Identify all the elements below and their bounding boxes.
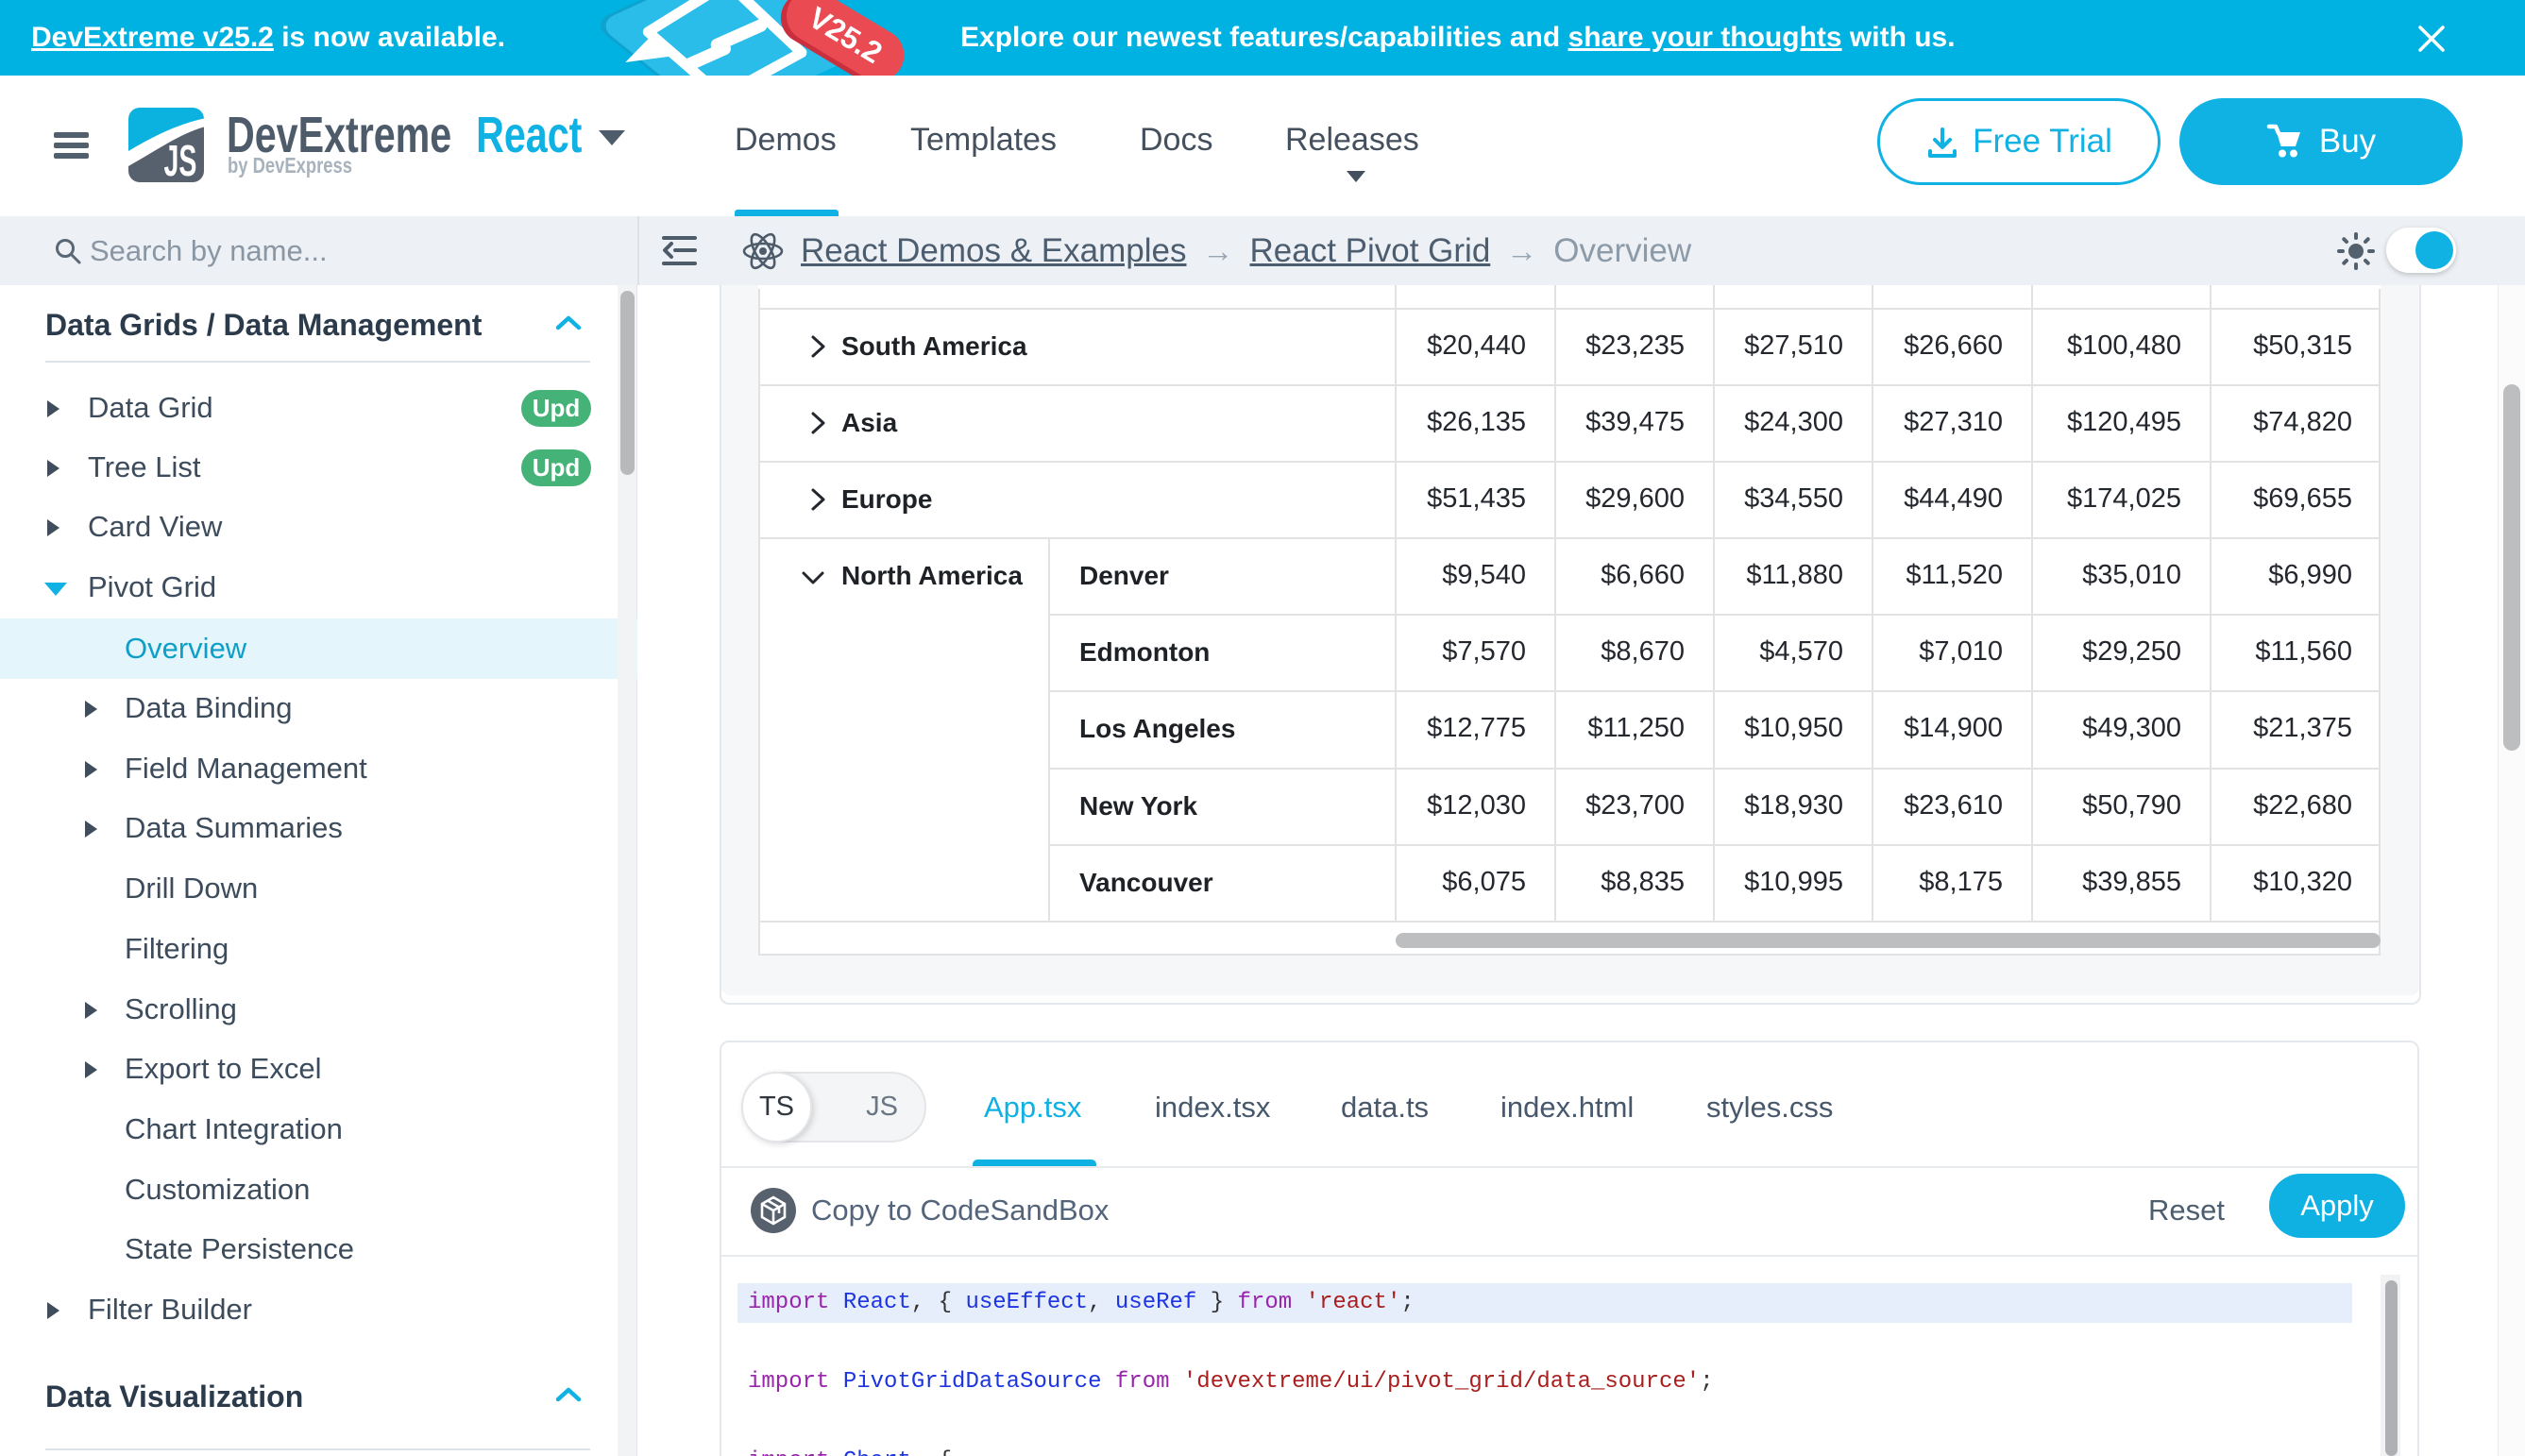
svg-text:JS: JS	[164, 137, 197, 182]
